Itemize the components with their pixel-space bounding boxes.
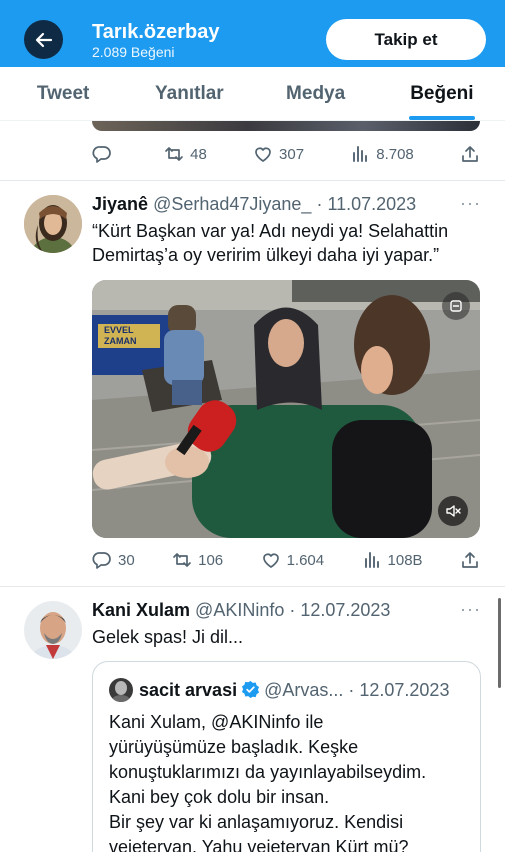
arrow-left-icon <box>35 32 52 47</box>
tab-replies[interactable]: Yanıtlar <box>126 67 252 120</box>
tweet-text: “Kürt Başkan var ya! Adı neydi ya! Selah… <box>92 221 449 265</box>
retweet-icon <box>165 147 184 161</box>
tweet-text: Gelek spas! Ji dil... <box>92 627 244 647</box>
views-button[interactable]: 108B <box>362 550 423 570</box>
retweet-button[interactable]: 48 <box>164 144 207 164</box>
tweet-meta: Jiyanê @Serhad47Jiyane_ · 11.07.2023 <box>92 193 416 215</box>
author-handle[interactable]: @AKINinfo · 12.07.2023 <box>195 600 390 620</box>
scrollbar[interactable] <box>498 598 501 688</box>
speaker-muted-icon <box>446 505 461 517</box>
more-options-button[interactable]: ··· <box>460 193 481 214</box>
like-count: 1.604 <box>286 551 325 569</box>
reply-icon <box>92 146 111 163</box>
heart-icon <box>262 553 279 568</box>
profile-name: Tarık.özerbay <box>92 21 220 43</box>
tab-tweet[interactable]: Tweet <box>0 67 126 120</box>
tab-likes[interactable]: Beğeni <box>379 67 505 120</box>
like-button[interactable]: 1.604 <box>261 550 325 570</box>
verified-badge-icon <box>241 680 260 704</box>
likes-count: 2.089 Beğeni <box>92 44 175 60</box>
views-icon <box>353 146 368 162</box>
share-button[interactable] <box>460 550 480 570</box>
avatar[interactable] <box>24 601 82 659</box>
avatar-image <box>24 601 82 659</box>
tweet-meta: Kani Xulam @AKINinfo · 12.07.2023 <box>92 599 390 621</box>
share-icon <box>462 552 478 568</box>
active-tab-indicator <box>408 116 475 120</box>
like-button[interactable]: 307 <box>253 144 304 164</box>
retweet-button[interactable]: 106 <box>172 550 223 570</box>
author-name[interactable]: Jiyanê <box>92 194 148 214</box>
avatar[interactable] <box>24 195 82 253</box>
like-count: 307 <box>279 145 305 163</box>
mute-button[interactable] <box>438 496 468 526</box>
tweet-divider <box>0 586 505 587</box>
share-icon <box>462 146 478 162</box>
author-name[interactable]: Kani Xulam <box>92 600 190 620</box>
tweet-divider <box>0 180 505 181</box>
video-sign-text: EVVEL <box>104 325 134 335</box>
video-frame: EVVEL ZAMAN <box>92 280 480 538</box>
back-button[interactable] <box>24 20 63 59</box>
avatar-image <box>109 678 133 702</box>
reply-button[interactable] <box>92 144 118 164</box>
views-button[interactable]: 8.708 <box>350 144 414 164</box>
retweet-count: 106 <box>198 551 224 569</box>
views-icon <box>364 552 379 568</box>
reply-count: 30 <box>118 551 135 569</box>
quoted-tweet[interactable]: sacit arvasi @Arvas... · 12.07.2023 Kani … <box>92 661 481 852</box>
more-options-button[interactable]: ··· <box>460 599 481 620</box>
previous-tweet-actions: 48 307 8.708 <box>92 142 480 166</box>
retweet-icon <box>173 553 191 567</box>
quote-meta: sacit arvasi @Arvas... · 12.07.2023 <box>139 679 449 704</box>
profile-header: Tarık.özerbay 2.089 Beğeni Takip et <box>0 0 505 67</box>
quote-author-handle: @Arvas... · 12.07.2023 <box>264 680 450 700</box>
profile-tabs: Tweet Yanıtlar Medya Beğeni <box>0 67 505 121</box>
view-count: 8.708 <box>376 145 414 163</box>
svg-text:ZAMAN: ZAMAN <box>104 336 137 346</box>
tab-likes-label: Beğeni <box>410 82 474 104</box>
reply-button[interactable]: 30 <box>92 550 135 570</box>
tweet-actions: 30 106 1.604 108B <box>92 548 480 572</box>
heart-icon <box>255 147 271 162</box>
avatar-image <box>24 195 82 253</box>
share-button[interactable] <box>460 144 480 164</box>
reply-icon <box>92 552 111 569</box>
quote-avatar <box>109 678 133 702</box>
retweet-count: 48 <box>190 145 207 163</box>
author-handle[interactable]: @Serhad47Jiyane_ · 11.07.2023 <box>153 194 416 214</box>
view-count: 108B <box>387 551 423 569</box>
channel-logo-icon <box>442 292 470 320</box>
follow-button[interactable]: Takip et <box>326 19 486 60</box>
tab-media[interactable]: Medya <box>253 67 379 120</box>
quote-text: Kani Xulam, @AKINinfo ile yürüyüşümüze b… <box>109 712 427 852</box>
quote-author-name: sacit arvasi <box>139 680 238 700</box>
tweet-video[interactable]: EVVEL ZAMAN <box>92 280 480 538</box>
previous-tweet-media[interactable] <box>92 121 480 131</box>
